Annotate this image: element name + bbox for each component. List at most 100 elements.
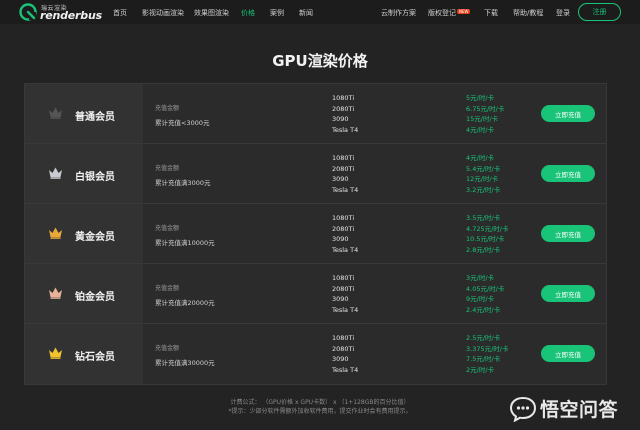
gpu-price: 10.5元/时/卡	[466, 235, 505, 243]
register-button[interactable]: 注册	[578, 3, 621, 21]
gpu-price: 4.05元/时/卡	[466, 284, 505, 293]
gpu-price: 15元/时/卡	[466, 115, 499, 123]
gpu-list: 1080Ti 2080Ti 3090 Tesla T4	[332, 273, 358, 315]
gpu-price: 3.375元/时/卡	[466, 344, 509, 353]
gpu-price: 5.4元/时/卡	[466, 164, 501, 173]
gpu-name: 3090	[332, 295, 349, 303]
tier-cell: 钻石会员	[25, 324, 143, 384]
gpu-price: 7.5元/时/卡	[466, 355, 501, 363]
gpu-price: 5元/时/卡	[466, 94, 495, 102]
logo-wordmark: 瑞云渲染 renderbus	[40, 3, 120, 22]
gpu-name: 2080Ti	[332, 284, 355, 293]
recharge-amount-value: 累计充值满3000元	[155, 179, 211, 187]
tier-cell: 铂金会员	[25, 264, 143, 323]
nav-cases[interactable]: 案例	[270, 8, 284, 18]
gpu-name: 2080Ti	[332, 164, 355, 173]
tier-cell: 普通会员	[25, 84, 143, 143]
gpu-name: 3090	[332, 355, 349, 363]
pricing-table: 普通会员 充值金额 累计充值<3000元 1080Ti 2080Ti 3090 …	[24, 83, 607, 385]
recharge-now-button[interactable]: 立即充值	[541, 165, 595, 182]
gpu-name: 3090	[332, 235, 349, 243]
gpu-list: 1080Ti 2080Ti 3090 Tesla T4	[332, 333, 358, 375]
nav-copyright-label: 版权登记	[428, 9, 456, 17]
recharge-amount-value: 累计充值满30000元	[155, 359, 215, 367]
nav-download[interactable]: 下载	[484, 8, 498, 18]
nav-help[interactable]: 帮助/教程	[513, 8, 543, 18]
tier-name: 黄金会员	[75, 232, 115, 243]
nav-copyright-registration[interactable]: 版权登记 NEW	[428, 8, 471, 18]
gpu-name: 1080Ti	[332, 274, 355, 282]
new-badge: NEW	[457, 9, 471, 14]
recharge-amount-label: 充值金额	[155, 285, 180, 292]
gpu-price: 2.4元/时/卡	[466, 305, 501, 314]
gpu-name: 3090	[332, 175, 349, 183]
recharge-now-button[interactable]: 立即充值	[541, 225, 595, 242]
price-list: 3.5元/时/卡 4.725元/时/卡 10.5元/时/卡 2.8元/时/卡	[466, 213, 509, 255]
brand-logo[interactable]: 瑞云渲染 renderbus	[19, 3, 120, 22]
recharge-amount-label: 充值金额	[155, 165, 180, 172]
top-navigation-bar: 瑞云渲染 renderbus 首页 影视动画渲染 效果图渲染 价格 案例 新闻 …	[0, 0, 640, 24]
nav-home[interactable]: 首页	[113, 8, 127, 18]
gpu-name: Tesla T4	[332, 305, 359, 314]
recharge-amount-value: 累计充值满20000元	[155, 299, 215, 307]
price-list: 4元/时/卡 5.4元/时/卡 12元/时/卡 3.2元/时/卡	[466, 153, 500, 195]
gpu-price: 4元/时/卡	[466, 125, 495, 134]
chat-bubble-icon	[509, 396, 537, 422]
recharge-amount-value: 累计充值满10000元	[155, 239, 215, 247]
wukong-watermark: 悟空问答	[509, 395, 618, 422]
page-title: GPU渲染价格	[272, 52, 368, 70]
gpu-name: 1080Ti	[332, 154, 355, 162]
gpu-price: 2.5元/时/卡	[466, 334, 501, 342]
gpu-name: 3090	[332, 115, 349, 123]
crown-diamond-icon	[49, 347, 62, 359]
tier-row-regular: 普通会员 充值金额 累计充值<3000元 1080Ti 2080Ti 3090 …	[25, 84, 606, 144]
logo-english-text: renderbus	[40, 9, 102, 22]
gpu-price: 3.2元/时/卡	[466, 185, 501, 194]
recharge-now-button[interactable]: 立即充值	[541, 105, 595, 122]
price-list: 5元/时/卡 6.75元/时/卡 15元/时/卡 4元/时/卡	[466, 93, 504, 135]
nav-pricing[interactable]: 价格	[241, 8, 255, 18]
tier-row-gold: 黄金会员 充值金额 累计充值满10000元 1080Ti 2080Ti 3090…	[25, 204, 606, 264]
crown-platinum-icon	[49, 287, 62, 299]
gpu-list: 1080Ti 2080Ti 3090 Tesla T4	[332, 213, 358, 255]
gpu-name: 1080Ti	[332, 214, 355, 222]
tier-cell: 黄金会员	[25, 204, 143, 263]
gpu-price: 2元/时/卡	[466, 365, 495, 374]
gpu-price: 12元/时/卡	[466, 175, 499, 183]
gpu-name: Tesla T4	[332, 245, 359, 254]
tier-name: 白银会员	[75, 172, 115, 183]
gpu-price: 3元/时/卡	[466, 274, 495, 282]
tier-name: 钻石会员	[75, 352, 115, 363]
gpu-name: 2080Ti	[332, 224, 355, 233]
tier-row-silver: 白银会员 充值金额 累计充值满3000元 1080Ti 2080Ti 3090 …	[25, 144, 606, 204]
tier-cell: 白银会员	[25, 144, 143, 203]
recharge-amount-value: 累计充值<3000元	[155, 119, 210, 127]
crown-dark-icon	[49, 107, 62, 119]
gpu-name: 2080Ti	[332, 344, 355, 353]
gpu-price: 6.75元/时/卡	[466, 104, 505, 113]
gpu-price: 3.5元/时/卡	[466, 214, 501, 222]
recharge-now-button[interactable]: 立即充值	[541, 285, 595, 302]
gpu-list: 1080Ti 2080Ti 3090 Tesla T4	[332, 153, 358, 195]
nav-cloud-production[interactable]: 云制作方案	[381, 8, 416, 18]
renderbus-logo-icon	[19, 3, 37, 21]
crown-gold-icon	[49, 227, 62, 239]
recharge-amount-label: 充值金额	[155, 105, 180, 112]
gpu-name: Tesla T4	[332, 365, 359, 374]
gpu-name: 1080Ti	[332, 334, 355, 342]
price-list: 3元/时/卡 4.05元/时/卡 9元/时/卡 2.4元/时/卡	[466, 273, 504, 315]
recharge-amount-label: 充值金额	[155, 345, 180, 352]
gpu-price: 4元/时/卡	[466, 154, 495, 162]
gpu-price: 2.8元/时/卡	[466, 245, 501, 254]
nav-effect-rendering[interactable]: 效果图渲染	[194, 8, 229, 18]
nav-login[interactable]: 登录	[556, 8, 570, 18]
nav-film-animation-rendering[interactable]: 影视动画渲染	[142, 8, 184, 18]
recharge-now-button[interactable]: 立即充值	[541, 345, 595, 362]
gpu-price: 9元/时/卡	[466, 295, 495, 303]
recharge-amount-label: 充值金额	[155, 225, 180, 232]
gpu-name: Tesla T4	[332, 125, 359, 134]
price-list: 2.5元/时/卡 3.375元/时/卡 7.5元/时/卡 2元/时/卡	[466, 333, 509, 375]
nav-news[interactable]: 新闻	[299, 8, 313, 18]
gpu-name: Tesla T4	[332, 185, 359, 194]
crown-silver-icon	[49, 167, 62, 179]
